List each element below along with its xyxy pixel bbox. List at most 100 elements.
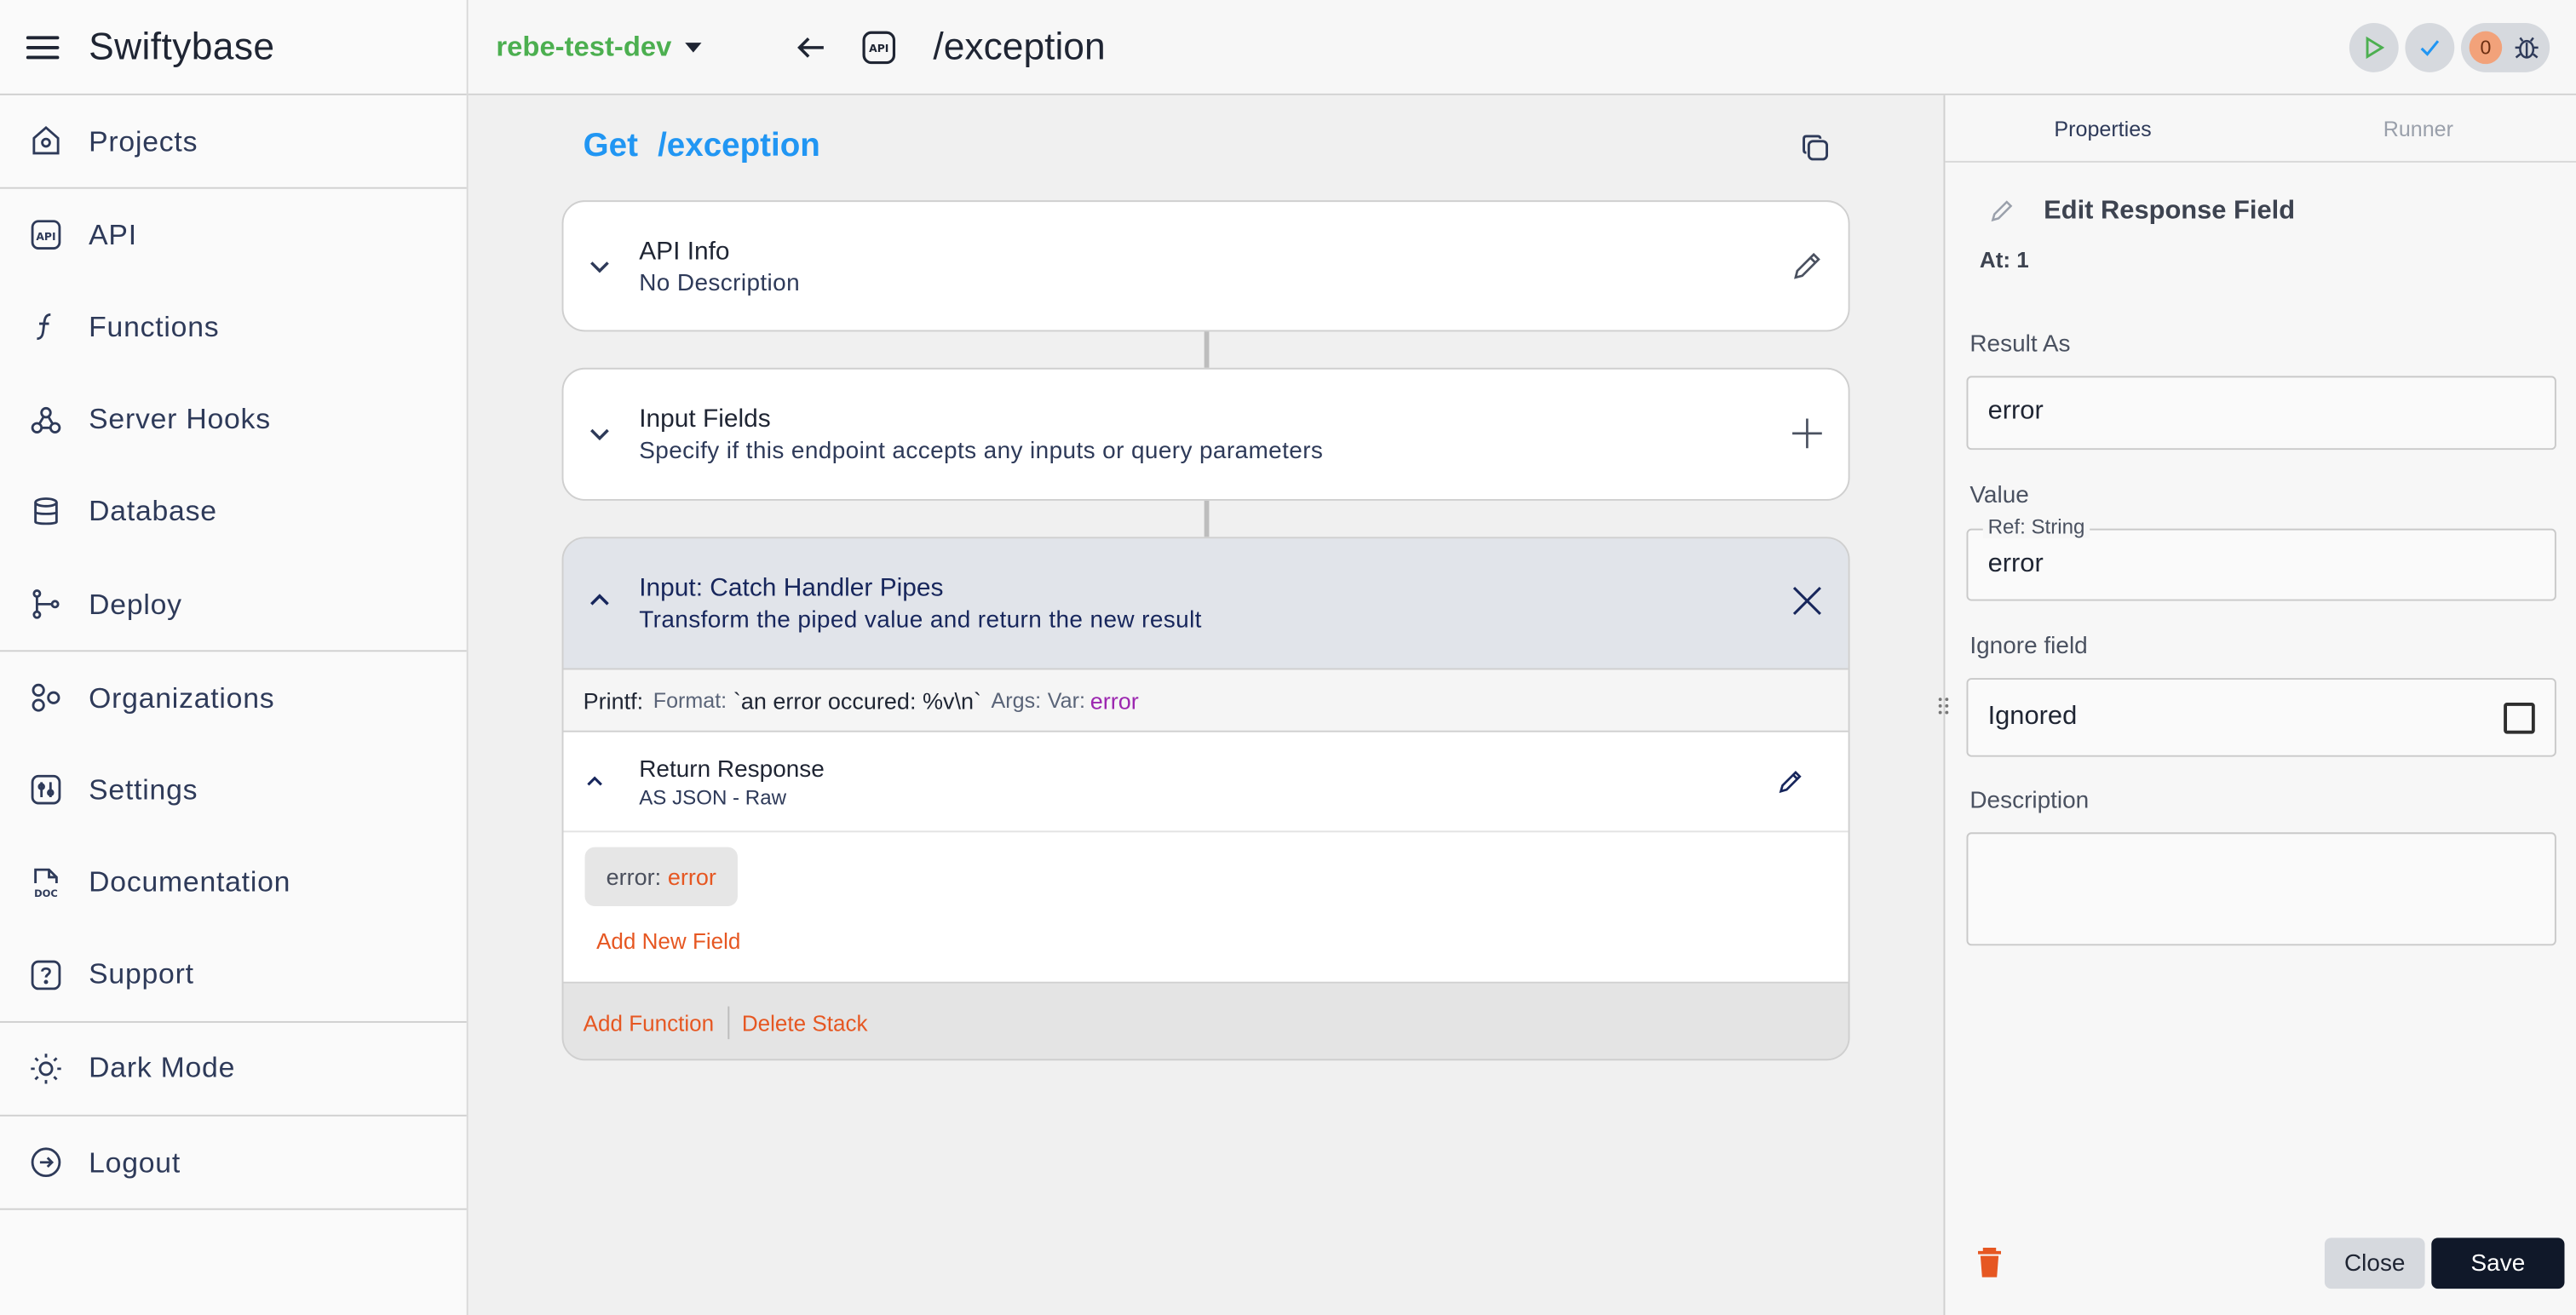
printf-name: Printf:: [583, 686, 644, 714]
response-field-chip[interactable]: error: error: [584, 847, 738, 907]
git-branch-icon: [26, 584, 66, 623]
printf-step[interactable]: Printf: Format: `an error occured: %v\n`…: [563, 669, 1849, 732]
value-field[interactable]: Ref: String error: [1966, 515, 2556, 601]
sidebar-item-deploy[interactable]: Deploy: [0, 558, 467, 650]
projects-icon: [26, 122, 66, 161]
return-response-step: Return Response AS JSON - Raw error: err…: [563, 732, 1849, 984]
run-button[interactable]: [2349, 22, 2399, 72]
sidebar-item-projects[interactable]: Projects: [0, 95, 467, 187]
sidebar-item-label: API: [89, 217, 137, 251]
chevron-down-icon[interactable]: [586, 253, 612, 279]
close-icon[interactable]: [1789, 583, 1825, 618]
help-icon: [26, 955, 66, 994]
return-response-subtitle: AS JSON - Raw: [639, 786, 787, 810]
edit-icon: [1991, 200, 2013, 222]
edit-icon[interactable]: [1776, 767, 1806, 796]
input-fields-card[interactable]: Input Fields Specify if this endpoint ac…: [561, 367, 1850, 501]
api-info-card[interactable]: API Info No Description: [561, 200, 1850, 332]
tab-properties[interactable]: Properties: [1945, 95, 2260, 161]
description-field[interactable]: [1966, 832, 2556, 946]
debug-button[interactable]: 0: [2460, 22, 2550, 72]
ignore-field[interactable]: Ignored: [1966, 678, 2556, 757]
input-fields-title: Input Fields: [639, 405, 771, 434]
description-label: Description: [1969, 788, 2090, 815]
panel-title: Edit Response Field: [2044, 197, 2296, 226]
result-as-label: Result As: [1969, 331, 2071, 359]
settings-icon: [26, 771, 66, 810]
sidebar-item-functions[interactable]: Functions: [0, 281, 467, 373]
database-icon: [26, 492, 66, 531]
ignored-checkbox[interactable]: [2504, 703, 2535, 734]
properties-panel: Properties Runner Edit Response Field At…: [1938, 95, 2576, 1315]
catch-handler-pipe-card: Input: Catch Handler Pipes Transform the…: [561, 537, 1850, 1061]
sidebar-item-settings[interactable]: Settings: [0, 744, 467, 836]
nav-group-account: Organizations Settings DOC Documentation…: [0, 652, 467, 1023]
endpoint-path: /exception: [658, 128, 820, 164]
sidebar-item-label: Database: [89, 494, 217, 528]
sidebar-item-label: Documentation: [89, 865, 291, 899]
resize-handle-icon[interactable]: [1937, 694, 1950, 717]
check-icon: [2420, 40, 2440, 56]
caret-down-icon: [684, 43, 702, 53]
sidebar-item-label: Support: [89, 957, 194, 991]
chevron-down-icon[interactable]: [586, 420, 612, 446]
response-field-value: error: [667, 863, 716, 890]
sidebar-item-server-hooks[interactable]: Server Hooks: [0, 374, 467, 466]
add-function-link[interactable]: Add Function: [584, 1010, 714, 1035]
save-button[interactable]: Save: [2431, 1237, 2565, 1289]
sidebar-item-support[interactable]: Support: [0, 928, 467, 1020]
value-label: Value: [1969, 482, 2029, 509]
tab-runner[interactable]: Runner: [2261, 95, 2576, 161]
sidebar-item-documentation[interactable]: DOC Documentation: [0, 836, 467, 928]
input-fields-description: Specify if this endpoint accepts any inp…: [639, 438, 1324, 465]
copy-icon[interactable]: [1799, 131, 1832, 164]
sidebar-item-label: Logout: [89, 1145, 181, 1179]
validate-button[interactable]: [2405, 22, 2455, 72]
delete-stack-link[interactable]: Delete Stack: [742, 1010, 868, 1035]
sidebar-item-label: Deploy: [89, 587, 182, 620]
return-response-header[interactable]: Return Response AS JSON - Raw: [563, 732, 1849, 833]
add-new-field-link[interactable]: Add New Field: [596, 929, 740, 954]
api-info-description: No Description: [639, 271, 801, 297]
project-name: rebe-test-dev: [496, 31, 672, 63]
sidebar-item-logout[interactable]: Logout: [0, 1117, 467, 1209]
api-icon: API: [862, 31, 896, 65]
issue-count-badge: 0: [2469, 31, 2503, 65]
pipe-header[interactable]: Input: Catch Handler Pipes Transform the…: [563, 538, 1849, 670]
edit-icon[interactable]: [1789, 248, 1825, 284]
menu-icon[interactable]: [26, 34, 60, 60]
topbar-actions: 0: [2349, 22, 2550, 72]
value-ref-legend: Ref: String: [1982, 515, 2090, 539]
add-icon[interactable]: [1789, 416, 1825, 451]
position-label: At: 1: [1979, 248, 2029, 273]
webhook-icon: [26, 400, 66, 439]
project-selector[interactable]: rebe-test-dev: [496, 31, 702, 65]
flow-connector: [1204, 500, 1210, 537]
trash-icon[interactable]: [1973, 1244, 2006, 1280]
value-field-value: error: [1987, 549, 2044, 578]
sidebar-item-api[interactable]: API API: [0, 189, 467, 281]
function-icon: [26, 307, 66, 347]
flow-connector: [1204, 331, 1210, 368]
api-icon: API: [26, 215, 66, 255]
divider: [727, 1006, 729, 1040]
editor-canvas: Get/exception API Info No Description In…: [468, 95, 1944, 1315]
nav-group-build: API API Functions Server Hooks Database …: [0, 189, 467, 652]
sidebar-item-database[interactable]: Database: [0, 466, 467, 558]
organizations-icon: [26, 679, 66, 718]
doc-icon: DOC: [26, 863, 66, 902]
close-button[interactable]: Close: [2324, 1237, 2425, 1289]
return-response-title: Return Response: [639, 756, 825, 784]
chevron-up-icon[interactable]: [584, 770, 607, 793]
chevron-up-icon[interactable]: [586, 588, 612, 614]
sidebar-item-label: Projects: [89, 123, 198, 158]
nav-group-main: Projects: [0, 95, 467, 190]
sidebar-item-organizations[interactable]: Organizations: [0, 652, 467, 744]
sidebar-item-label: Organizations: [89, 680, 275, 714]
response-field-key: error:: [606, 863, 662, 890]
back-arrow-icon[interactable]: [793, 30, 829, 66]
result-as-field[interactable]: error: [1966, 376, 2556, 451]
sidebar-item-dark-mode[interactable]: Dark Mode: [0, 1023, 467, 1115]
topbar: rebe-test-dev API /exception 0: [468, 0, 2576, 95]
sidebar-item-label: Dark Mode: [89, 1051, 236, 1085]
